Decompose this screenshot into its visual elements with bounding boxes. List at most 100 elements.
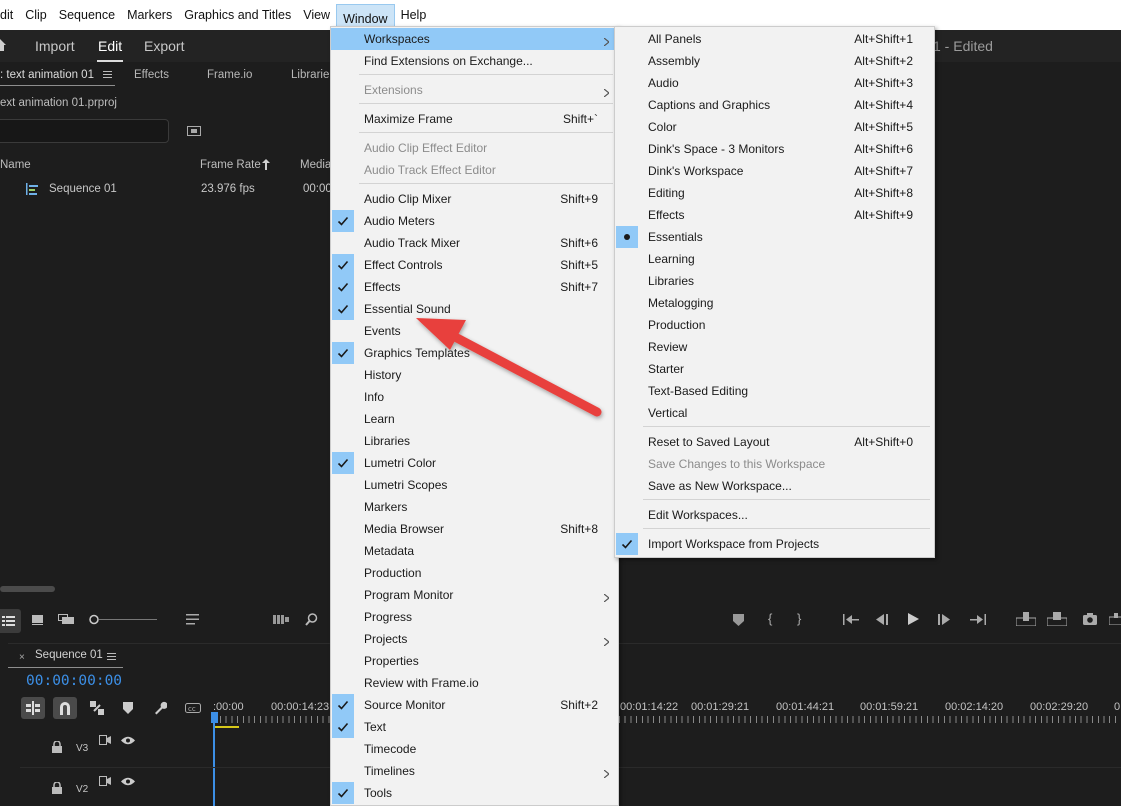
window-menu-item-properties[interactable]: Properties xyxy=(331,650,618,672)
workspace-item-audio[interactable]: Audio Alt+Shift+3 xyxy=(615,72,934,94)
button-editor-icon[interactable] xyxy=(1109,613,1121,625)
project-item-row[interactable]: Sequence 01 23.976 fps 00:00 xyxy=(0,180,332,200)
workspace-item-learning[interactable]: Learning xyxy=(615,248,934,270)
workspace-item-edit-workspaces[interactable]: Edit Workspaces... xyxy=(615,504,934,526)
add-marker-timeline-icon[interactable] xyxy=(123,702,133,714)
window-menu-item-audio-clip-mixer[interactable]: Audio Clip Mixer Shift+9 xyxy=(331,188,618,210)
workspace-item-reset-to-saved-layout[interactable]: Reset to Saved Layout Alt+Shift+0 xyxy=(615,431,934,453)
tab-export[interactable]: Export xyxy=(144,38,184,54)
tab-frameio[interactable]: Frame.io xyxy=(207,69,252,81)
column-name[interactable]: Name xyxy=(0,159,31,171)
window-menu-item-find-extensions-on-exchange[interactable]: Find Extensions on Exchange... xyxy=(331,50,618,72)
workspace-item-assembly[interactable]: Assembly Alt+Shift+2 xyxy=(615,50,934,72)
workspace-item-editing[interactable]: Editing Alt+Shift+8 xyxy=(615,182,934,204)
panel-menu-icon[interactable] xyxy=(103,71,112,78)
automate-to-sequence-icon[interactable] xyxy=(273,615,289,624)
window-menu-item-info[interactable]: Info xyxy=(331,386,618,408)
sort-icons-icon[interactable] xyxy=(186,614,199,625)
lock-icon[interactable] xyxy=(52,782,62,794)
play-icon[interactable] xyxy=(908,613,919,625)
project-search-input[interactable] xyxy=(0,119,169,143)
playhead-timecode[interactable]: 00:00:00:00 xyxy=(26,673,122,689)
window-menu-item-workspaces[interactable]: Workspaces xyxy=(331,28,618,50)
window-menu-item-history[interactable]: History xyxy=(331,364,618,386)
window-menu-item-review-with-frame-io[interactable]: Review with Frame.io xyxy=(331,672,618,694)
window-menu-item-audio-track-mixer[interactable]: Audio Track Mixer Shift+6 xyxy=(331,232,618,254)
menu-markers[interactable]: Markers xyxy=(121,0,178,30)
workspace-item-libraries[interactable]: Libraries xyxy=(615,270,934,292)
icon-view-icon[interactable] xyxy=(32,615,43,625)
mark-in-icon[interactable]: { xyxy=(768,611,772,626)
workspace-item-dink-s-space-3-monitors[interactable]: Dink's Space - 3 Monitors Alt+Shift+6 xyxy=(615,138,934,160)
workspace-item-all-panels[interactable]: All Panels Alt+Shift+1 xyxy=(615,28,934,50)
window-menu-item-source-monitor[interactable]: Source Monitor Shift+2 xyxy=(331,694,618,716)
tab-import[interactable]: Import xyxy=(35,38,75,54)
workspace-item-captions-and-graphics[interactable]: Captions and Graphics Alt+Shift+4 xyxy=(615,94,934,116)
window-menu-item-learn[interactable]: Learn xyxy=(331,408,618,430)
linked-selection-icon[interactable] xyxy=(90,701,104,715)
window-menu-item-libraries[interactable]: Libraries xyxy=(331,430,618,452)
workspace-item-text-based-editing[interactable]: Text-Based Editing xyxy=(615,380,934,402)
window-menu-item-production[interactable]: Production xyxy=(331,562,618,584)
window-menu-item-effect-controls[interactable]: Effect Controls Shift+5 xyxy=(331,254,618,276)
insert-icon[interactable] xyxy=(1016,612,1036,626)
captions-icon[interactable]: cc xyxy=(185,703,201,713)
workspace-item-starter[interactable]: Starter xyxy=(615,358,934,380)
tab-libraries[interactable]: Librarie xyxy=(291,69,329,81)
window-menu-item-effects[interactable]: Effects Shift+7 xyxy=(331,276,618,298)
menu-graphics-and-titles[interactable]: Graphics and Titles xyxy=(178,0,297,30)
window-menu-item-metadata[interactable]: Metadata xyxy=(331,540,618,562)
lock-icon[interactable] xyxy=(52,741,62,753)
timeline-settings-wrench-icon[interactable] xyxy=(153,701,167,715)
step-forward-icon[interactable] xyxy=(938,614,950,625)
workspace-item-effects[interactable]: Effects Alt+Shift+9 xyxy=(615,204,934,226)
zoom-slider[interactable] xyxy=(89,614,159,625)
workspace-item-review[interactable]: Review xyxy=(615,336,934,358)
workspace-item-color[interactable]: Color Alt+Shift+5 xyxy=(615,116,934,138)
window-menu-item-progress[interactable]: Progress xyxy=(331,606,618,628)
eye-icon[interactable] xyxy=(121,736,135,745)
workspace-item-production[interactable]: Production xyxy=(615,314,934,336)
find-icon[interactable] xyxy=(305,613,318,626)
window-menu-item-text[interactable]: Text xyxy=(331,716,618,738)
add-marker-icon[interactable] xyxy=(733,614,744,626)
sync-lock-icon[interactable] xyxy=(99,776,111,786)
window-menu-item-media-browser[interactable]: Media Browser Shift+8 xyxy=(331,518,618,540)
tab-project[interactable]: : text animation 01 xyxy=(0,69,94,81)
menu-sequence[interactable]: Sequence xyxy=(53,0,121,30)
step-back-icon[interactable] xyxy=(876,614,888,625)
workspace-item-save-as-new-workspace[interactable]: Save as New Workspace... xyxy=(615,475,934,497)
window-menu-item-program-monitor[interactable]: Program Monitor xyxy=(331,584,618,606)
window-menu-item-lumetri-color[interactable]: Lumetri Color xyxy=(331,452,618,474)
menu-window[interactable]: Window xyxy=(336,4,395,27)
mark-out-icon[interactable]: } xyxy=(797,611,801,626)
menu-edit[interactable]: dit xyxy=(0,0,19,30)
workspace-item-vertical[interactable]: Vertical xyxy=(615,402,934,424)
window-menu-item-tools[interactable]: Tools xyxy=(331,782,618,804)
new-bin-icon[interactable] xyxy=(187,125,201,136)
workspace-item-essentials[interactable]: Essentials xyxy=(615,226,934,248)
window-menu-item-audio-meters[interactable]: Audio Meters xyxy=(331,210,618,232)
window-menu-item-maximize-frame[interactable]: Maximize Frame Shift+` xyxy=(331,108,618,130)
window-menu-item-projects[interactable]: Projects xyxy=(331,628,618,650)
workspace-item-dink-s-workspace[interactable]: Dink's Workspace Alt+Shift+7 xyxy=(615,160,934,182)
eye-icon[interactable] xyxy=(121,777,135,786)
tab-edit[interactable]: Edit xyxy=(98,38,122,54)
workspace-item-metalogging[interactable]: Metalogging xyxy=(615,292,934,314)
snap-toggle[interactable] xyxy=(53,697,77,719)
tab-effects[interactable]: Effects xyxy=(134,69,169,81)
window-menu-item-essential-sound[interactable]: Essential Sound xyxy=(331,298,618,320)
column-media[interactable]: Media xyxy=(300,159,331,171)
export-frame-icon[interactable] xyxy=(1083,613,1097,625)
sync-lock-icon[interactable] xyxy=(99,735,111,745)
sequence-tab[interactable]: Sequence 01 xyxy=(35,649,103,661)
workspace-item-import-workspace-from-projects[interactable]: Import Workspace from Projects xyxy=(615,533,934,555)
window-menu-item-events[interactable]: Events xyxy=(331,320,618,342)
go-to-out-icon[interactable] xyxy=(970,614,986,625)
horizontal-scrollbar[interactable] xyxy=(0,586,55,592)
go-to-in-icon[interactable] xyxy=(843,614,859,625)
window-menu-item-graphics-templates[interactable]: Graphics Templates xyxy=(331,342,618,364)
list-view-button[interactable] xyxy=(0,609,21,633)
column-frame-rate[interactable]: Frame Rate xyxy=(200,159,261,171)
window-menu-item-markers[interactable]: Markers xyxy=(331,496,618,518)
